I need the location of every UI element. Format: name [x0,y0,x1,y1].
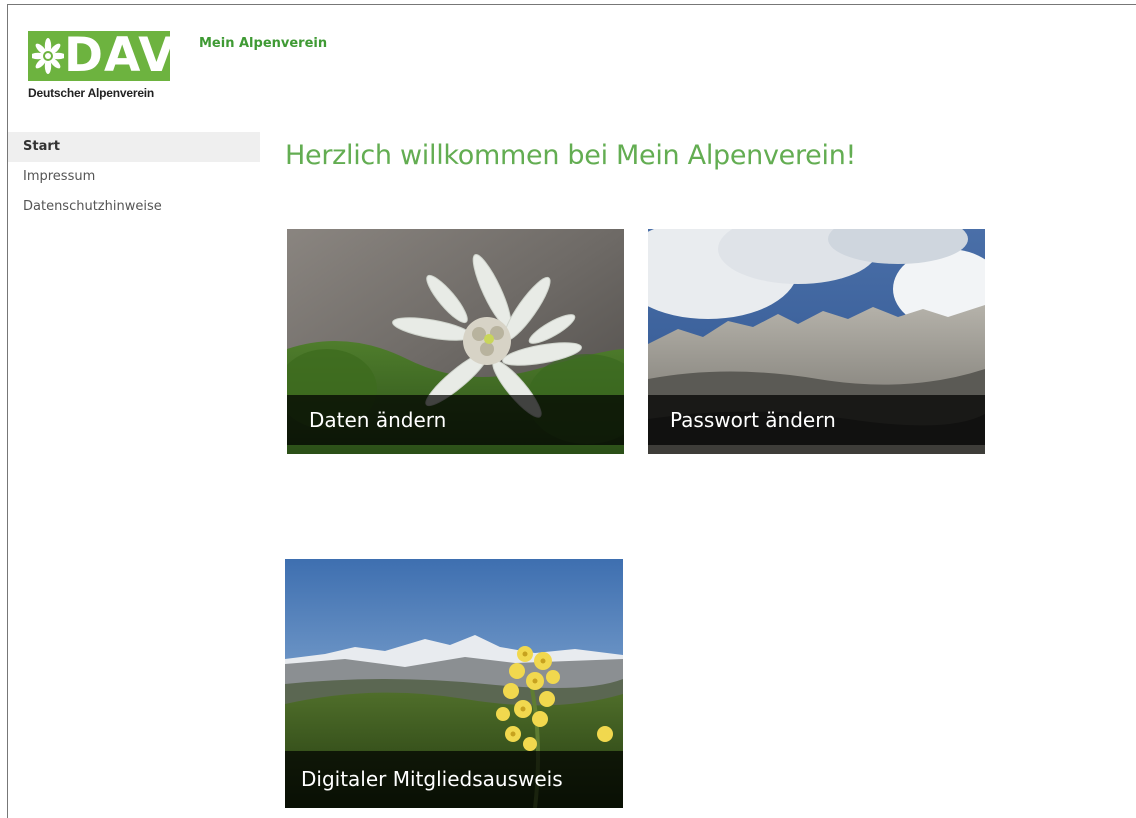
tile-daten-aendern[interactable]: Daten ändern [287,229,624,454]
logo-subtitle: Deutscher Alpenverein [28,86,155,100]
sidebar-item-impressum[interactable]: Impressum [8,162,260,192]
tile-label: Passwort ändern [648,395,985,445]
sidebar-nav: Start Impressum Datenschutzhinweise [8,132,260,222]
tile-label: Digitaler Mitgliedsausweis [285,751,623,808]
dav-logo[interactable]: DAV Deutscher Alpenverein [28,28,175,101]
tile-label: Daten ändern [287,395,624,445]
tile-passwort-aendern[interactable]: Passwort ändern [648,229,985,454]
sidebar-item-datenschutzhinweise[interactable]: Datenschutzhinweise [8,192,260,222]
logo-badge: DAV [28,28,175,83]
page-title: Herzlich willkommen bei Mein Alpenverein… [285,140,857,171]
sidebar-item-start[interactable]: Start [8,132,260,162]
app-title[interactable]: Mein Alpenverein [199,36,327,51]
tile-digitaler-mitgliedsausweis[interactable]: Digitaler Mitgliedsausweis [285,559,623,808]
logo-letters: DAV [64,28,176,83]
edelweiss-icon [32,38,64,74]
